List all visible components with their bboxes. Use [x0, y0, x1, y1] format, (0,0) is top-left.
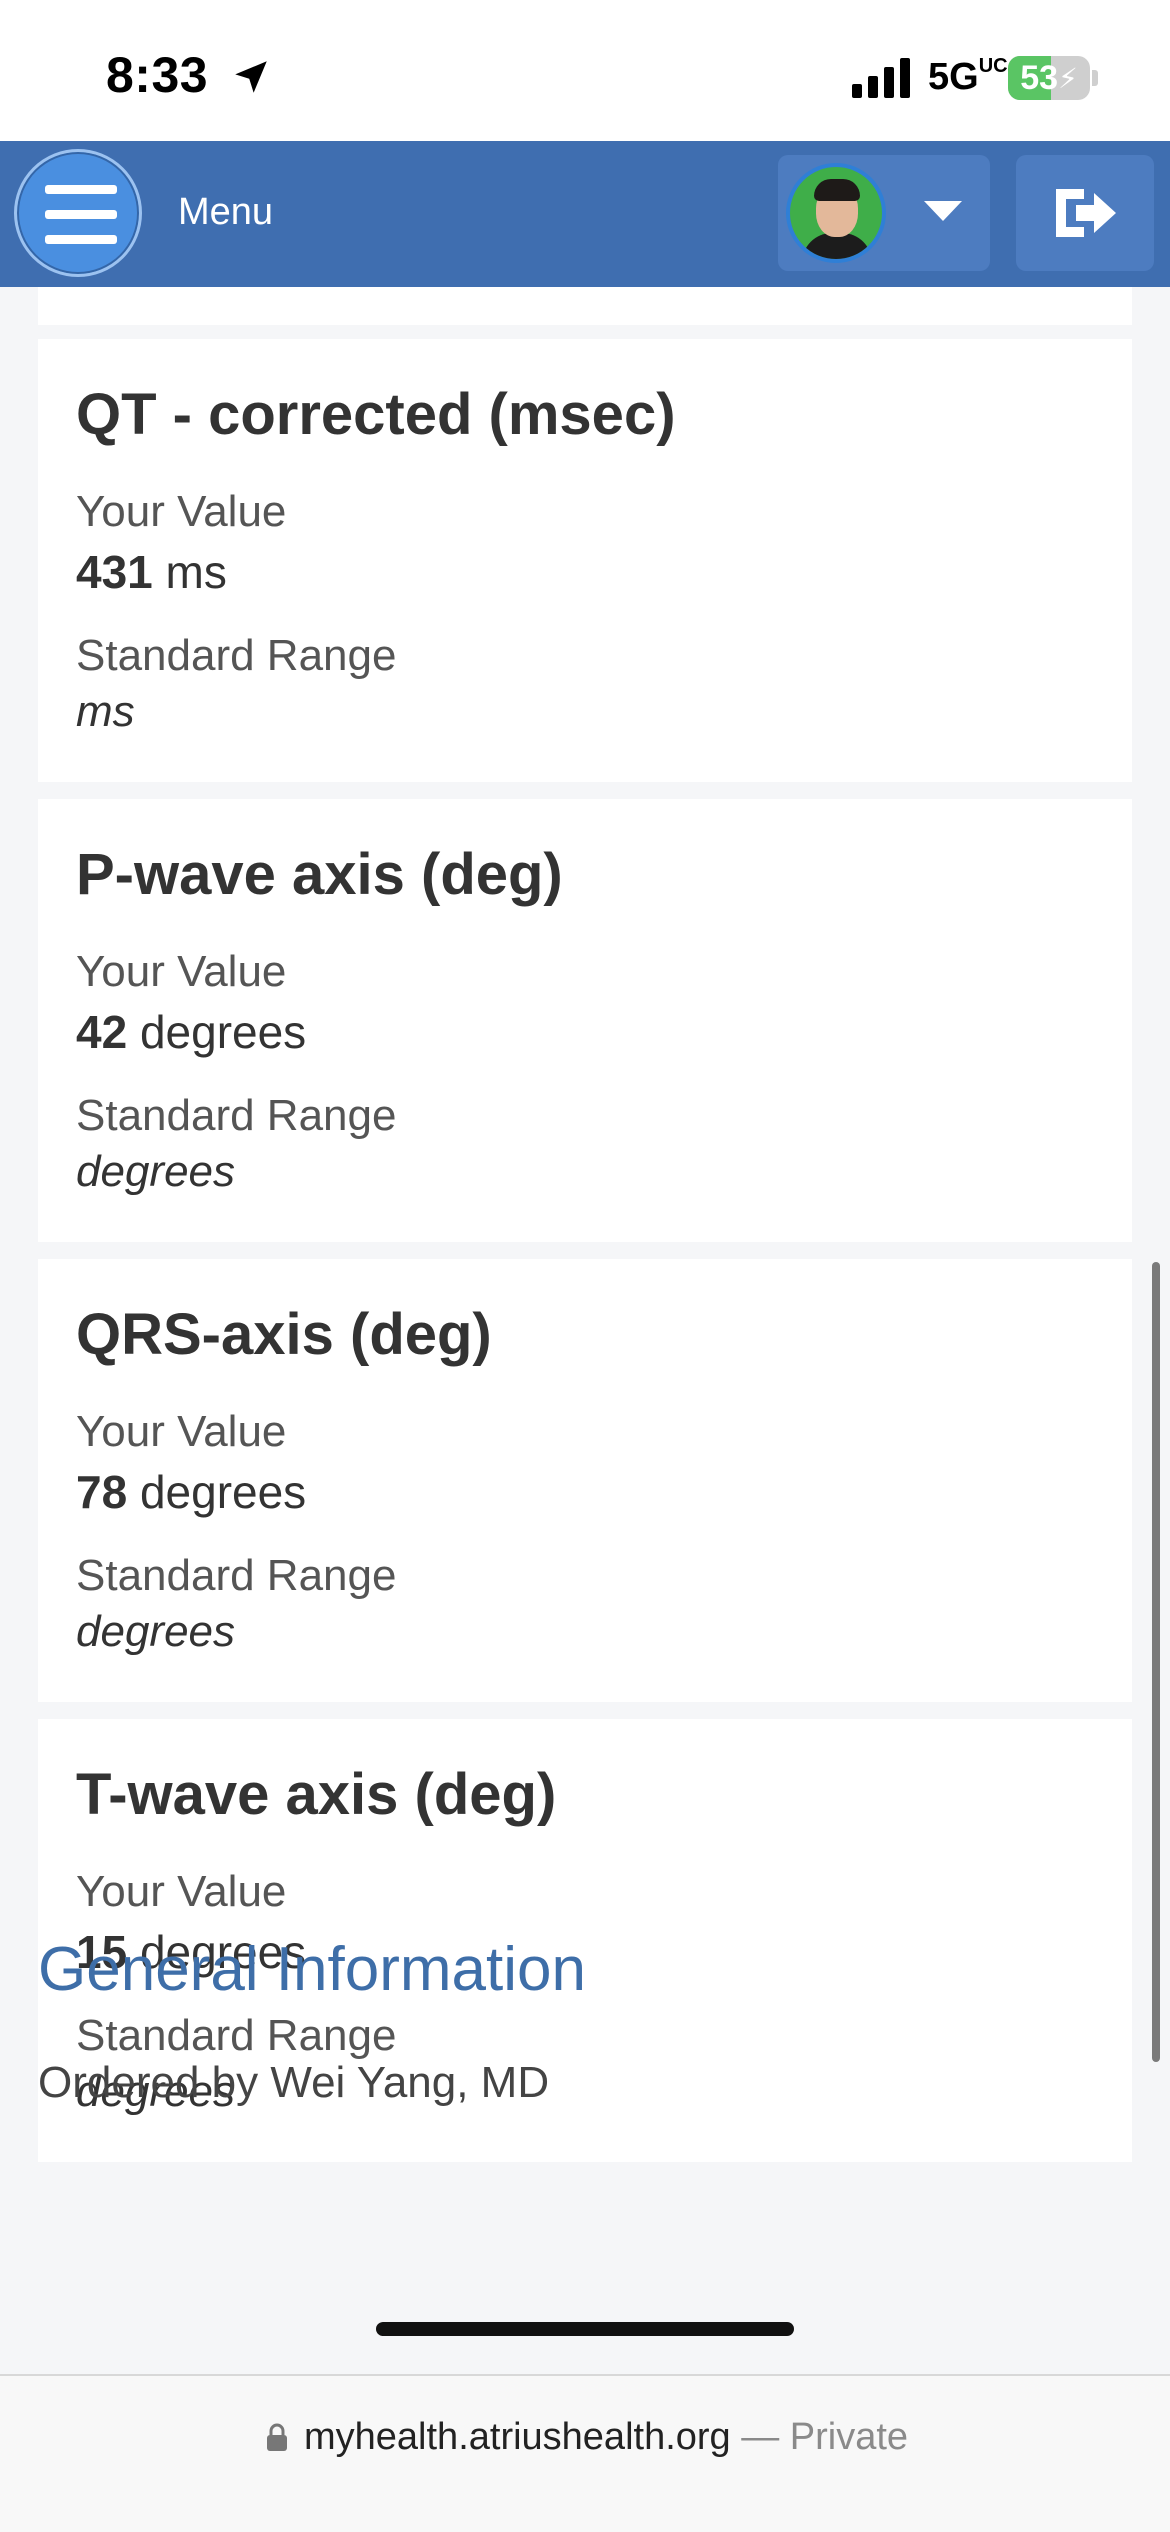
your-value-label: Your Value	[76, 1867, 287, 1916]
logout-icon	[1056, 189, 1116, 237]
scrollbar[interactable]	[1152, 1262, 1160, 2062]
network-label: 5GUC	[928, 55, 1008, 98]
battery-charging-icon: 53 ⚡	[1008, 56, 1090, 100]
result-title: QRS-axis (deg)	[76, 1302, 492, 1367]
url-text[interactable]: myhealth.atriushealth.org — Private	[304, 2416, 908, 2459]
standard-range-value: degrees	[76, 1147, 236, 1196]
ordered-by-text: Ordered by Wei Yang, MD	[38, 2058, 550, 2107]
standard-range-label: Standard Range	[76, 1551, 397, 1600]
result-card: QT - corrected (msec) Your Value 431 ms …	[38, 339, 1132, 782]
menu-button[interactable]	[14, 149, 142, 277]
result-title: P-wave axis (deg)	[76, 842, 563, 907]
home-indicator	[376, 2322, 794, 2336]
status-time: 8:33	[106, 47, 209, 103]
result-card: QRS-axis (deg) Your Value 78 degrees Sta…	[38, 1259, 1132, 1702]
profile-dropdown-button[interactable]	[778, 155, 990, 271]
result-title: QT - corrected (msec)	[76, 382, 676, 447]
your-value-label: Your Value	[76, 1407, 287, 1456]
avatar	[786, 163, 886, 263]
logout-button[interactable]	[1016, 155, 1154, 271]
result-value: 42 degrees	[76, 1006, 307, 1058]
result-card: P-wave axis (deg) Your Value 42 degrees …	[38, 799, 1132, 1242]
previous-card-edge	[38, 287, 1132, 325]
your-value-label: Your Value	[76, 947, 287, 996]
menu-label[interactable]: Menu	[178, 191, 273, 234]
battery-cap	[1092, 70, 1098, 86]
standard-range-value: degrees	[76, 1607, 236, 1656]
standard-range-label: Standard Range	[76, 631, 397, 680]
standard-range-value: ms	[76, 687, 135, 736]
app-header: Menu	[0, 141, 1170, 287]
lock-icon	[267, 2423, 287, 2451]
status-bar: 8:33 5GUC 53 ⚡	[0, 0, 1170, 141]
battery-percent: 53 ⚡	[1020, 58, 1078, 97]
standard-range-label: Standard Range	[76, 2011, 397, 2060]
signal-bars-icon	[852, 58, 910, 98]
result-title: T-wave axis (deg)	[76, 1762, 557, 1827]
result-value: 431 ms	[76, 546, 227, 598]
result-value: 78 degrees	[76, 1466, 307, 1518]
browser-address-bar[interactable]: myhealth.atriushealth.org — Private	[0, 2374, 1170, 2532]
caret-down-icon	[924, 201, 962, 221]
standard-range-label: Standard Range	[76, 1091, 397, 1140]
location-arrow-icon	[235, 61, 267, 93]
your-value-label: Your Value	[76, 487, 287, 536]
general-information-heading: General Information	[38, 1935, 586, 2004]
